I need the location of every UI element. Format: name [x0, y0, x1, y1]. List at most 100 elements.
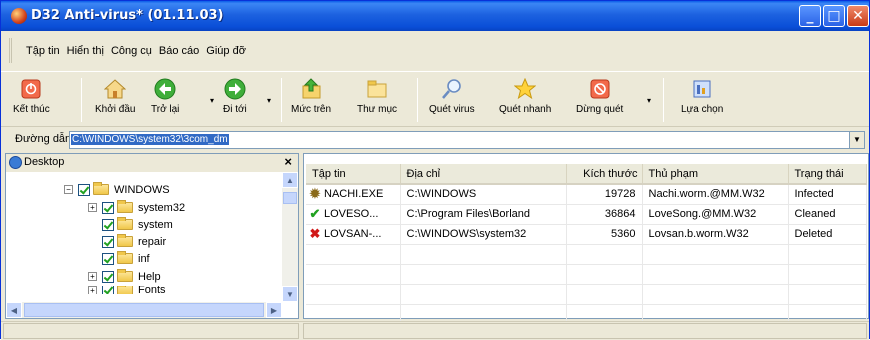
expand-icon[interactable]: +: [88, 286, 97, 294]
path-input[interactable]: C:\WINDOWS\system32\3com_dm ▼: [69, 131, 865, 149]
node-checkbox[interactable]: [102, 235, 114, 248]
folder-icon: [117, 269, 133, 282]
quick-scan-button[interactable]: Quét nhanh: [499, 75, 551, 115]
folders-icon: [366, 78, 388, 100]
table-row: [306, 244, 867, 265]
tree-node-repair[interactable]: repair: [102, 234, 166, 249]
node-checkbox[interactable]: [102, 286, 114, 294]
column-header-file[interactable]: Tập tin: [306, 164, 401, 185]
menu-bar: Tập tin Hiển thị Công cụ Báo cáo Giúp đỡ: [1, 31, 869, 71]
column-header-status[interactable]: Trạng thái: [788, 164, 867, 185]
folders-button[interactable]: Thư mục: [357, 75, 397, 115]
menu-help[interactable]: Giúp đỡ: [206, 45, 246, 57]
virus-icon: ✹: [309, 186, 321, 202]
scroll-left-icon[interactable]: ◀: [6, 302, 22, 318]
stop-icon: [589, 78, 611, 100]
folder-icon: [117, 251, 133, 264]
options-icon: [691, 78, 713, 100]
exit-icon: [20, 78, 42, 100]
app-icon[interactable]: [11, 8, 27, 24]
scroll-up-icon[interactable]: ▲: [282, 172, 298, 188]
status-cell-left: [3, 323, 299, 339]
tree-vertical-scrollbar[interactable]: ▲ ▼: [282, 172, 298, 302]
menu-file[interactable]: Tập tin: [26, 45, 60, 57]
status-cell-right: [303, 323, 867, 339]
exit-button[interactable]: Kết thúc: [13, 75, 50, 115]
scroll-thumb[interactable]: [24, 303, 264, 317]
tree-node-inf[interactable]: inf: [102, 251, 150, 266]
tree-node-help[interactable]: + Help: [88, 269, 161, 284]
back-arrow-icon: [154, 78, 176, 100]
back-button[interactable]: Trở lại: [151, 75, 179, 115]
x-icon: ✖: [309, 226, 321, 241]
start-button[interactable]: Khởi đầu: [95, 75, 135, 115]
node-checkbox[interactable]: [102, 218, 114, 231]
table-row[interactable]: ✔ LOVESO... C:\Program Files\Borland 3686…: [306, 204, 867, 225]
magnifier-icon: [441, 78, 463, 100]
results-list-panel: Tập tin Địa chỉ Kích thước Thủ phạm Trạn…: [303, 153, 869, 325]
forward-arrow-icon: [224, 78, 246, 100]
title-bar[interactable]: D32 Anti-virus* (01.11.03) _ □ ✕: [1, 1, 869, 31]
close-button[interactable]: ✕: [847, 5, 869, 27]
column-header-size[interactable]: Kích thước: [566, 164, 643, 185]
minimize-button[interactable]: _: [799, 5, 821, 27]
menu-view[interactable]: Hiển thị: [67, 45, 104, 57]
check-icon: ✔: [309, 206, 321, 221]
folder-icon: [117, 217, 133, 230]
window-title: D32 Anti-virus* (01.11.03): [31, 8, 224, 23]
path-value[interactable]: C:\WINDOWS\system32\3com_dm: [71, 134, 229, 145]
app-window: D32 Anti-virus* (01.11.03) _ □ ✕ Tập tin…: [0, 0, 870, 340]
maximize-button[interactable]: □: [823, 5, 845, 27]
node-checkbox[interactable]: [102, 252, 114, 265]
tree-header: Desktop ×: [6, 154, 298, 172]
tree-node-fonts[interactable]: + Fonts: [88, 286, 166, 294]
folder-icon: [93, 182, 109, 195]
table-row: [306, 264, 867, 285]
toolbar: Kết thúc Khởi đầu Trở lại ▾ Đi tới ▾ Mức…: [1, 71, 869, 127]
table-row: [306, 284, 867, 305]
collapse-icon[interactable]: −: [64, 185, 73, 194]
scan-virus-button[interactable]: Quét virus: [429, 75, 475, 115]
results-table: Tập tin Địa chỉ Kích thước Thủ phạm Trạn…: [306, 164, 867, 325]
tree-root-label[interactable]: Desktop: [24, 156, 64, 168]
toolbar-separator: [81, 78, 82, 122]
star-icon: [513, 77, 537, 100]
expand-icon[interactable]: +: [88, 203, 97, 212]
node-checkbox[interactable]: [102, 270, 114, 283]
expand-icon[interactable]: +: [88, 272, 97, 281]
toolbar-separator: [281, 78, 282, 122]
back-dropdown-icon[interactable]: ▾: [210, 96, 214, 105]
path-bar: Đường dẫn C:\WINDOWS\system32\3com_dm ▼: [1, 128, 869, 152]
folder-icon: [117, 286, 133, 294]
scroll-down-icon[interactable]: ▼: [282, 286, 298, 302]
forward-dropdown-icon[interactable]: ▾: [267, 96, 271, 105]
status-bar: [1, 321, 869, 340]
toolbar-separator: [663, 78, 664, 122]
home-icon: [103, 78, 127, 100]
path-label: Đường dẫn: [15, 133, 72, 145]
column-header-path[interactable]: Địa chỉ: [400, 164, 567, 185]
tree-node-windows[interactable]: − WINDOWS: [64, 182, 170, 197]
tree-node-system32[interactable]: + system32: [88, 200, 185, 215]
stop-dropdown-icon[interactable]: ▾: [647, 96, 651, 105]
options-button[interactable]: Lựa chọn: [681, 75, 723, 115]
scroll-right-icon[interactable]: ▶: [266, 302, 282, 318]
tree-close-icon[interactable]: ×: [284, 154, 292, 169]
up-folder-icon: [300, 78, 322, 100]
node-checkbox[interactable]: [78, 183, 90, 196]
column-header-culprit[interactable]: Thủ phạm: [642, 164, 789, 185]
scroll-thumb[interactable]: [283, 192, 297, 204]
up-level-button[interactable]: Mức trên: [291, 75, 331, 115]
menu-tools[interactable]: Công cụ: [111, 45, 152, 57]
folder-icon: [117, 234, 133, 247]
tree-node-system[interactable]: system: [102, 217, 173, 232]
stop-scan-button[interactable]: Dừng quét: [576, 75, 623, 115]
table-row[interactable]: ✹ NACHI.EXE C:\WINDOWS 19728 Nachi.worm.@…: [306, 184, 867, 205]
node-checkbox[interactable]: [102, 201, 114, 214]
table-row[interactable]: ✖ LOVSAN-... C:\WINDOWS\system32 5360 Lov…: [306, 224, 867, 245]
tree-horizontal-scrollbar[interactable]: ◀ ▶: [6, 302, 282, 318]
forward-button[interactable]: Đi tới: [223, 75, 247, 115]
folder-tree-panel: Desktop × − WINDOWS + system32 system re…: [5, 153, 299, 319]
path-dropdown-icon[interactable]: ▼: [849, 132, 864, 148]
menu-report[interactable]: Báo cáo: [159, 45, 199, 57]
